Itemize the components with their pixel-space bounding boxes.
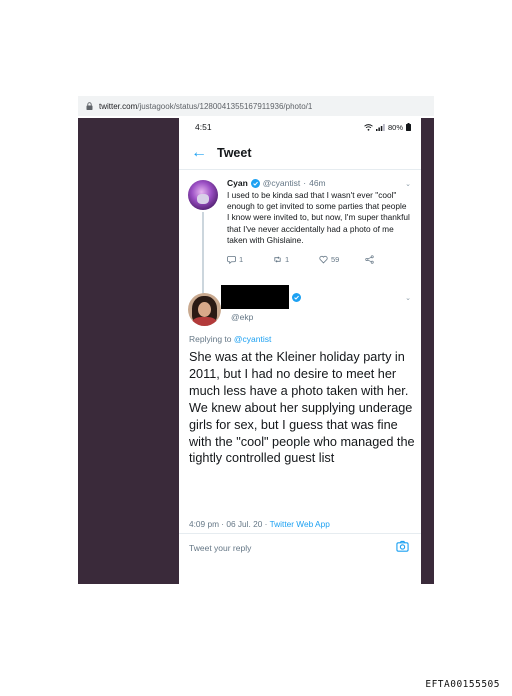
redaction-box (221, 285, 289, 309)
reply-button[interactable]: 1 (227, 255, 273, 265)
like-button[interactable]: 59 (319, 255, 365, 264)
page-title: Tweet (217, 145, 252, 160)
retweet-count: 1 (285, 255, 290, 265)
system-icons: 80% (364, 123, 411, 132)
tweet-actions: 1 1 59 (227, 255, 411, 265)
parent-tweet[interactable]: ⌄ Cyan @cyantist · 46m I used to be kind… (179, 170, 421, 296)
chevron-down-icon[interactable]: ⌄ (405, 180, 411, 188)
tweet-author-line: Cyan @cyantist · 46m (227, 178, 411, 188)
avatar[interactable] (188, 293, 221, 326)
tweet-text: I used to be kinda sad that I wasn't eve… (227, 190, 410, 245)
reply-icon (227, 255, 236, 265)
reply-input[interactable]: Tweet your reply (189, 543, 251, 553)
battery-icon (406, 123, 411, 131)
battery-percent: 80% (387, 122, 403, 132)
wifi-icon (364, 123, 373, 131)
avatar-body (192, 317, 217, 326)
meta-separator: · (303, 178, 307, 188)
signal-icon (375, 123, 385, 131)
author-handle[interactable]: @ekp (231, 312, 253, 322)
author-name[interactable]: Cyan (227, 178, 248, 188)
heart-icon (319, 255, 328, 264)
phone-screenshot: 4:51 80% ← Tweet ⌄ Cyan @cyantist · 46m … (179, 118, 421, 584)
replying-to: Replying to @cyantist (189, 334, 271, 344)
reply-count: 1 (239, 255, 244, 265)
status-bar: 4:51 80% (179, 118, 421, 136)
document-id: EFTA00155505 (425, 679, 500, 690)
like-count: 59 (331, 255, 340, 265)
lock-icon (86, 102, 93, 110)
author-handle[interactable]: @cyantist (263, 178, 300, 188)
url-path: /justagook/status/1280041355167911936/ph… (137, 101, 313, 111)
address-bar[interactable]: twitter.com/justagook/status/12800413551… (78, 96, 434, 116)
tweet-source-link[interactable]: Twitter Web App (270, 519, 330, 529)
share-icon (365, 255, 374, 264)
replying-prefix: Replying to (189, 334, 232, 344)
avatar[interactable] (188, 180, 218, 210)
divider (179, 533, 421, 534)
thread-line (202, 212, 204, 296)
tweet-time: 46m (309, 178, 326, 188)
camera-icon[interactable] (396, 540, 409, 553)
tweet-text: She was at the Kleiner holiday party in … (189, 350, 415, 466)
url-host: twitter.com (99, 101, 138, 111)
avatar-face (198, 302, 211, 317)
retweet-icon (274, 256, 281, 263)
share-button[interactable] (365, 255, 411, 264)
tweet-header: ← Tweet (179, 136, 421, 170)
retweet-button[interactable]: 1 (273, 255, 319, 264)
arrow-left-icon[interactable]: ← (191, 144, 217, 161)
status-time: 4:51 (195, 122, 212, 132)
tweet-timestamp: 4:09 pm · 06 Jul. 20 · Twitter Web App (189, 519, 330, 529)
replying-mention[interactable]: @cyantist (234, 334, 271, 344)
chevron-down-icon[interactable]: ⌄ (405, 294, 411, 302)
tweet-time: 4:09 pm · 06 Jul. 20 · (189, 519, 268, 529)
verified-badge-icon (250, 178, 260, 188)
verified-badge-icon (292, 293, 301, 302)
